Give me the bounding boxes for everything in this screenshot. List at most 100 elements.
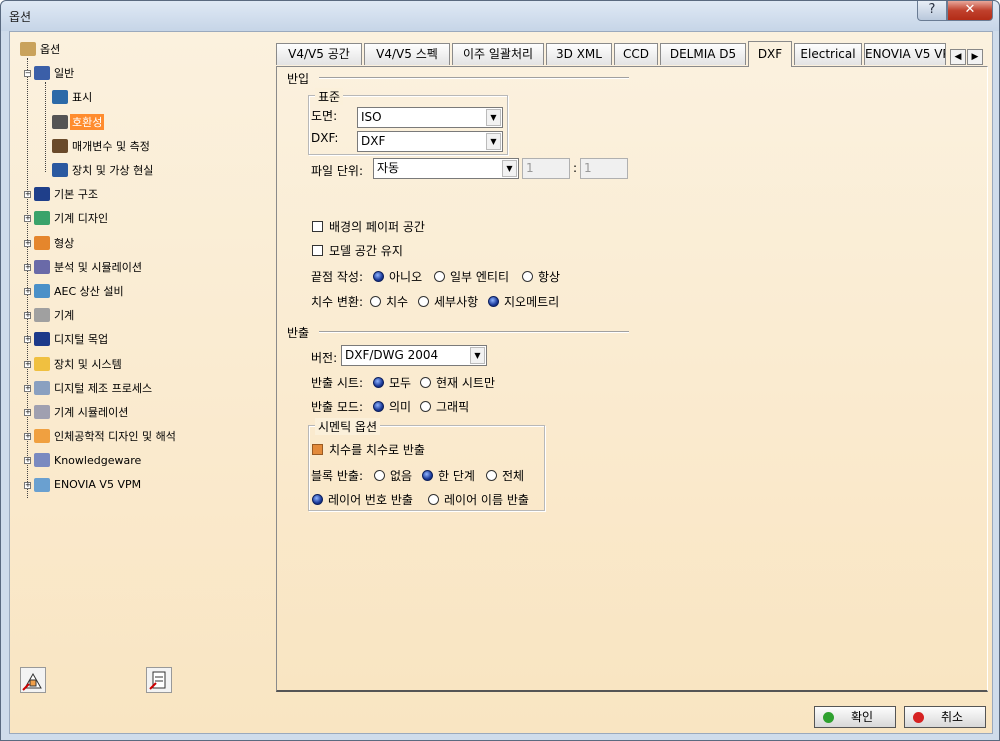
radio-button[interactable] [486, 470, 497, 481]
tree-item[interactable]: 옵션 [20, 40, 62, 58]
expand-icon[interactable]: + [24, 360, 31, 368]
tree-item[interactable]: AEC 상산 설비 [34, 282, 126, 300]
file-units-select[interactable]: 자동 ▼ [373, 158, 519, 179]
tree-item[interactable]: ENOVIA V5 VPM [34, 476, 143, 494]
tree-item[interactable]: 호환성 [52, 113, 105, 131]
tree-item[interactable]: 디지털 목업 [34, 330, 110, 348]
options-root-icon [20, 42, 36, 56]
tree-item-label: 매개변수 및 측정 [72, 139, 150, 153]
cancel-button[interactable]: 취소 [904, 706, 986, 728]
display-icon [52, 90, 68, 105]
radio-button[interactable] [422, 470, 433, 481]
radio-button[interactable] [370, 296, 381, 307]
file-units-value: 자동 [377, 161, 400, 175]
import-settings-icon[interactable] [20, 667, 46, 693]
expand-icon[interactable]: + [24, 433, 31, 441]
expand-icon[interactable]: + [24, 409, 31, 416]
radio-button[interactable] [522, 271, 533, 282]
version-select[interactable]: DXF/DWG 2004 ▼ [341, 345, 487, 366]
tree-item[interactable]: 디지털 제조 프로세스 [34, 379, 154, 397]
chevron-down-icon[interactable]: ▼ [486, 109, 501, 126]
radio-label: 레이어 이름 반출 [444, 493, 529, 507]
expand-icon[interactable]: + [24, 239, 31, 247]
tree-item[interactable]: 형상 [34, 234, 76, 252]
scale-numerator-input[interactable]: 1 [522, 158, 570, 179]
expand-icon[interactable]: + [24, 288, 31, 295]
tree-item-label: 디지털 목업 [54, 333, 109, 347]
export-sheets-label: 반출 시트: [311, 376, 364, 390]
radio-button[interactable] [488, 296, 499, 307]
dialog-client: 옵션 일반 − 표시 호환성 매개변수 및 측정 장치 및 가상 현실 기본 구조 + 기계 디자… [9, 31, 993, 734]
chevron-down-icon[interactable]: ▼ [470, 347, 485, 364]
digital-process-icon [34, 380, 50, 395]
expand-icon[interactable]: + [24, 336, 31, 344]
keep-model-space-checkbox[interactable] [312, 245, 323, 256]
radio-label: 그래픽 [436, 400, 470, 414]
chevron-down-icon[interactable]: ▼ [486, 133, 501, 150]
radio-label: 한 단계 [438, 469, 475, 483]
expand-icon[interactable]: + [24, 384, 31, 392]
dxf-standard-select[interactable]: DXF ▼ [357, 131, 503, 152]
version-value: DXF/DWG 2004 [345, 348, 439, 362]
tab-[interactable]: 이주 일괄처리 [452, 43, 544, 65]
radio-label: 현재 시트만 [436, 376, 496, 390]
tree-item[interactable]: 분석 및 시뮬레이션 [34, 258, 144, 276]
tree-item[interactable]: 매개변수 및 측정 [52, 137, 152, 155]
radio-button[interactable] [373, 271, 384, 282]
expand-icon[interactable]: + [24, 312, 31, 320]
expand-icon[interactable]: + [24, 481, 31, 489]
radio-button[interactable] [428, 494, 439, 505]
expand-icon[interactable]: + [24, 215, 31, 223]
radio-button[interactable] [374, 470, 385, 481]
expand-icon[interactable]: + [24, 191, 31, 199]
expand-icon[interactable]: + [24, 263, 31, 271]
radio-button[interactable] [373, 401, 384, 412]
drawing-standard-select[interactable]: ISO ▼ [357, 107, 503, 128]
tree-item[interactable]: 표시 [52, 88, 94, 106]
tab-scroll-right-button[interactable]: ▶ [967, 49, 983, 65]
scale-denominator-input[interactable]: 1 [580, 158, 628, 179]
tab-enovia-v5-vpm[interactable]: ENOVIA V5 VPM [864, 43, 946, 65]
tree-item[interactable]: 기본 구조 [34, 185, 100, 203]
tab-3d-xml[interactable]: 3D XML [546, 43, 612, 65]
export-settings-icon[interactable] [146, 667, 172, 693]
radio-button[interactable] [418, 296, 429, 307]
tree-item[interactable]: 기계 [34, 306, 76, 324]
tab-dxf[interactable]: DXF [748, 41, 792, 67]
help-button[interactable]: ? [917, 1, 947, 21]
tab-ccd[interactable]: CCD [614, 43, 658, 65]
tree-item-label: Knowledgeware [54, 453, 142, 467]
radio-button[interactable] [312, 494, 323, 505]
tab-electrical[interactable]: Electrical [794, 43, 862, 65]
tree-item[interactable]: 장치 및 시스템 [34, 355, 124, 373]
tree-item[interactable]: 일반 [34, 64, 76, 82]
tree-item[interactable]: 장치 및 가상 현실 [52, 161, 155, 179]
aec-plant-icon [34, 284, 50, 298]
radio-button[interactable] [373, 377, 384, 388]
radio-label: 지오메트리 [504, 295, 560, 309]
tab-v4-v5[interactable]: V4/V5 공간 [276, 43, 362, 65]
tree-item[interactable]: 기계 디자인 [34, 209, 110, 227]
tab-delmia-d5[interactable]: DELMIA D5 [660, 43, 746, 65]
import-section-title: 반입 [287, 72, 310, 86]
radio-button[interactable] [420, 377, 431, 388]
dims-as-dims-checkbox[interactable] [312, 444, 323, 455]
radio-button[interactable] [434, 271, 445, 282]
tree-item[interactable]: 기계 시뮬레이션 [34, 403, 130, 421]
background-paper-checkbox[interactable] [312, 221, 323, 232]
tree-item[interactable]: Knowledgeware [34, 451, 143, 469]
expand-icon[interactable]: + [24, 457, 31, 465]
end-points-label: 끝점 작성: [311, 270, 364, 284]
chevron-down-icon[interactable]: ▼ [502, 160, 517, 177]
tab-v4-v5[interactable]: V4/V5 스펙 [364, 43, 450, 65]
tree-item[interactable]: 인체공학적 디자인 및 해석 [34, 427, 178, 445]
tree-item-label: AEC 상산 설비 [54, 285, 124, 298]
ok-button[interactable]: 확인 [814, 706, 896, 728]
collapse-icon[interactable]: − [24, 70, 31, 78]
radio-button[interactable] [420, 401, 431, 412]
file-units-label: 파일 단위: [311, 164, 364, 178]
title-bar[interactable]: 옵션 ? ✕ [1, 1, 999, 31]
version-label: 버전: [311, 351, 338, 365]
tab-scroll-left-button[interactable]: ◀ [950, 49, 966, 65]
close-button[interactable]: ✕ [947, 1, 993, 21]
